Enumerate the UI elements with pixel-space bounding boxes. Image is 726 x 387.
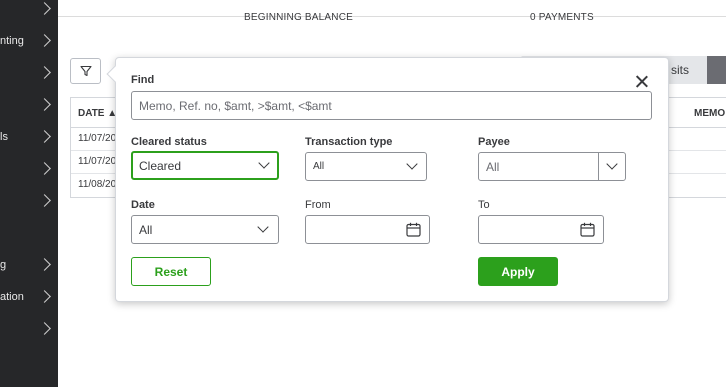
filter-icon (80, 65, 92, 77)
chevron-down-icon[interactable] (606, 158, 618, 170)
transaction-type-label: Transaction type (305, 136, 393, 148)
cell-date: 11/07/20 (78, 133, 117, 144)
chevron-right-icon (38, 194, 51, 207)
from-label: From (305, 199, 331, 211)
sidebar-item-label: ation (0, 291, 24, 303)
payee-select[interactable]: All (478, 152, 626, 181)
filter-popup: Find Cleared status Cleared Transaction … (106, 57, 669, 302)
chevron-down-icon (406, 158, 418, 170)
calendar-icon[interactable] (580, 222, 595, 237)
date-label: Date (131, 199, 155, 211)
chevron-right-icon (38, 258, 51, 271)
find-input[interactable] (131, 91, 652, 120)
cell-date: 11/08/20 (78, 179, 117, 190)
cell-date: 11/07/20 (78, 156, 117, 167)
app-root: nting ls g ation BEGINNING BALANCE 0 PAY… (0, 0, 726, 387)
chevron-right-icon (38, 34, 51, 47)
chevron-down-icon (257, 221, 269, 233)
sidebar-item-8[interactable]: g (0, 254, 58, 278)
chevron-right-icon (38, 66, 51, 79)
cleared-status-label: Cleared status (131, 136, 207, 148)
sidebar-item-label: g (0, 259, 7, 271)
cleared-status-select[interactable]: Cleared (131, 151, 279, 180)
chevron-down-icon (258, 157, 270, 169)
date-select[interactable]: All (131, 215, 279, 244)
popup-pointer (106, 65, 124, 83)
payee-label: Payee (478, 136, 510, 148)
sidebar-item-4[interactable] (0, 94, 58, 118)
payee-dropdown-divider (598, 153, 599, 180)
sidebar-item-2[interactable]: nting (0, 30, 58, 54)
chevron-right-icon (38, 98, 51, 111)
column-header-date[interactable]: DATE ▲ (78, 108, 117, 119)
beginning-balance-label: BEGINNING BALANCE (244, 12, 353, 23)
chevron-right-icon (38, 130, 51, 143)
transaction-type-value: All (313, 161, 325, 172)
sidebar-item-label: nting (0, 35, 24, 47)
date-value: All (139, 223, 153, 237)
chevron-right-icon (38, 322, 51, 335)
sidebar-item-6[interactable] (0, 158, 58, 182)
cleared-status-value: Cleared (139, 159, 182, 173)
to-label: To (478, 199, 490, 211)
filter-button[interactable] (70, 58, 101, 84)
payments-label: 0 PAYMENTS (530, 12, 594, 23)
close-icon[interactable] (635, 75, 649, 89)
sidebar-item-5[interactable]: ls (0, 126, 58, 150)
sidebar-item-9[interactable]: ation (0, 286, 58, 310)
chevron-right-icon (38, 2, 51, 15)
sidebar-item-label: ls (0, 131, 8, 143)
tab-deposits-label: sits (671, 63, 689, 77)
to-date-input[interactable] (478, 215, 604, 244)
tab-selected[interactable] (707, 56, 726, 84)
sidebar-item-1[interactable] (0, 0, 58, 22)
sidebar-item-3[interactable] (0, 62, 58, 86)
apply-button[interactable]: Apply (478, 257, 558, 286)
chevron-right-icon (38, 162, 51, 175)
sidebar-item-7[interactable] (0, 190, 58, 214)
calendar-icon[interactable] (406, 222, 421, 237)
sidebar-item-10[interactable] (0, 318, 58, 342)
reset-button[interactable]: Reset (131, 257, 211, 286)
left-sidebar: nting ls g ation (0, 0, 58, 387)
summary-divider: BEGINNING BALANCE 0 PAYMENTS (58, 12, 726, 23)
from-date-input[interactable] (305, 215, 430, 244)
transaction-type-select[interactable]: All (305, 152, 427, 181)
find-label: Find (131, 74, 155, 86)
column-header-memo[interactable]: MEMO (694, 108, 725, 119)
payee-value: All (486, 160, 500, 174)
chevron-right-icon (38, 290, 51, 303)
